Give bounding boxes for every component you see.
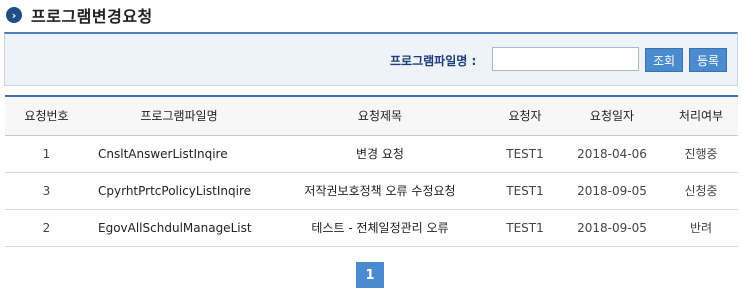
cell-request-no: 2 [42, 220, 51, 235]
register-button[interactable]: 등록 [689, 48, 727, 72]
cell-request-date: 2018-09-05 [577, 220, 647, 235]
program-file-name-label: 프로그램파일명 : [390, 54, 477, 68]
table-row[interactable]: 1 CnsltAnswerListInqire 변경 요청 TEST1 2018… [5, 135, 738, 172]
cell-request-no: 3 [42, 183, 51, 198]
pagination-current-page[interactable]: 1 [356, 262, 384, 288]
cell-request-date: 2018-04-06 [577, 146, 647, 161]
column-header-program-file: 프로그램파일명 [140, 109, 218, 124]
table-row[interactable]: 2 EgovAllSchdulManageList 테스트 - 전체일정관리 오… [5, 209, 738, 246]
request-list-table: 요청번호 프로그램파일명 요청제목 요청자 요청일자 처리여부 1 CnsltA… [5, 95, 738, 247]
table-row[interactable]: 3 CpyrhtPrtcPolicyListInqire 저작권보호정책 오류 … [5, 172, 738, 209]
table-header-row: 요청번호 프로그램파일명 요청제목 요청자 요청일자 처리여부 [5, 96, 738, 135]
chevron-right-circle-icon: › [6, 7, 22, 23]
column-header-request-date: 요청일자 [589, 109, 635, 124]
cell-program-file[interactable]: EgovAllSchdulManageList [88, 209, 270, 246]
column-header-subject: 요청제목 [357, 109, 403, 124]
cell-request-date: 2018-09-05 [577, 183, 647, 198]
cell-requester: TEST1 [506, 183, 544, 198]
cell-status: 반려 [689, 221, 713, 235]
cell-subject[interactable]: 변경 요청 [270, 135, 490, 172]
page-title: 프로그램변경요청 [31, 7, 153, 26]
column-header-request-no: 요청번호 [24, 109, 69, 124]
search-panel: 프로그램파일명 : 조회 등록 [4, 32, 738, 86]
cell-subject[interactable]: 테스트 - 전체일정관리 오류 [270, 209, 490, 246]
cell-request-no: 1 [42, 146, 51, 161]
cell-requester: TEST1 [506, 146, 544, 161]
cell-requester: TEST1 [506, 220, 544, 235]
program-file-name-input[interactable] [492, 47, 639, 71]
cell-status: 신청중 [684, 184, 718, 198]
column-header-requester: 요청자 [508, 109, 542, 124]
search-button[interactable]: 조회 [645, 48, 683, 72]
cell-status: 진행중 [684, 147, 718, 161]
cell-subject[interactable]: 저작권보호정책 오류 수정요청 [270, 172, 490, 209]
column-header-status: 처리여부 [678, 109, 724, 124]
page-header: › 프로그램변경요청 [6, 4, 153, 26]
cell-program-file[interactable]: CnsltAnswerListInqire [88, 135, 270, 172]
cell-program-file[interactable]: CpyrhtPrtcPolicyListInqire [88, 172, 270, 209]
